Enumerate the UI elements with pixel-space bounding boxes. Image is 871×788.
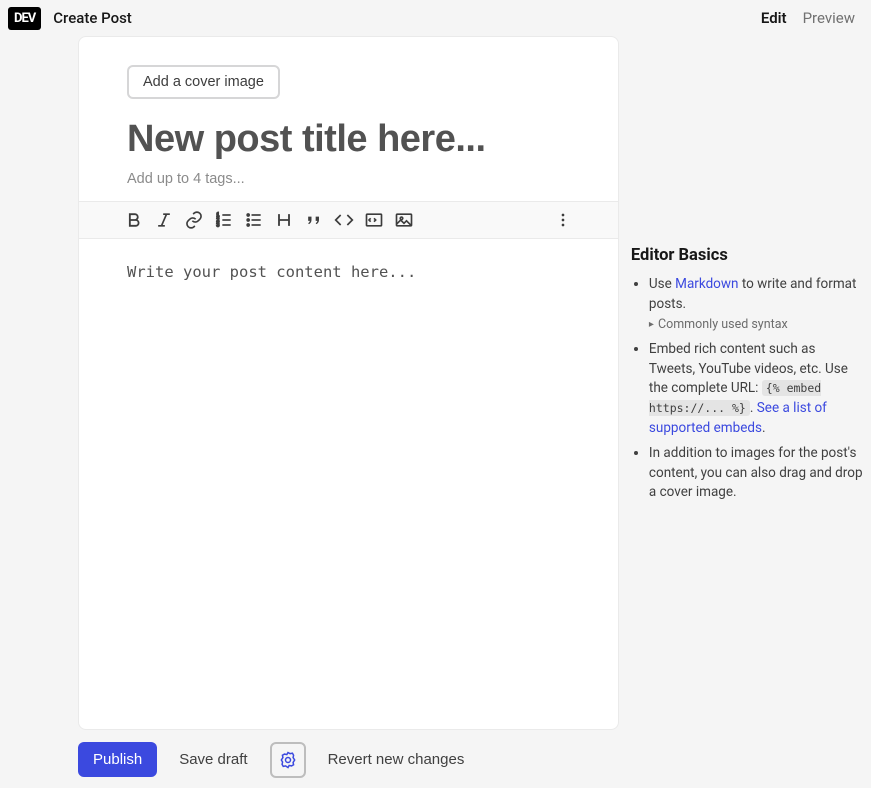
settings-icon[interactable]: [270, 742, 306, 778]
heading-icon[interactable]: [269, 205, 299, 235]
syntax-toggle[interactable]: Commonly used syntax: [649, 316, 863, 334]
tags-input[interactable]: [127, 171, 570, 187]
post-content-textarea[interactable]: [127, 263, 570, 705]
tab-edit[interactable]: Edit: [761, 9, 787, 27]
save-draft-button[interactable]: Save draft: [167, 742, 259, 777]
page-title: Create Post: [53, 9, 761, 27]
mode-tabs: Edit Preview: [761, 9, 855, 27]
svg-text:3: 3: [217, 222, 220, 228]
sidebar-heading: Editor Basics: [631, 246, 863, 265]
italic-icon[interactable]: [149, 205, 179, 235]
ordered-list-icon[interactable]: 123: [209, 205, 239, 235]
add-cover-button[interactable]: Add a cover image: [127, 65, 280, 99]
list-item: Use Markdown to write and format posts. …: [649, 275, 863, 334]
quote-icon[interactable]: [299, 205, 329, 235]
publish-button[interactable]: Publish: [78, 742, 157, 777]
post-title-input[interactable]: [127, 119, 570, 161]
help-sidebar: Editor Basics Use Markdown to write and …: [631, 36, 863, 731]
unordered-list-icon[interactable]: [239, 205, 269, 235]
revert-button[interactable]: Revert new changes: [316, 742, 477, 777]
footer-actions: Publish Save draft Revert new changes: [0, 731, 871, 788]
link-icon[interactable]: [179, 205, 209, 235]
list-item: In addition to images for the post's con…: [649, 444, 863, 503]
list-item: Embed rich content such as Tweets, YouTu…: [649, 340, 863, 438]
editor-toolbar: 123: [79, 201, 618, 239]
tab-preview[interactable]: Preview: [803, 9, 855, 27]
app-header: DEV Create Post Edit Preview: [0, 0, 871, 36]
more-icon[interactable]: [548, 205, 578, 235]
editor-card: Add a cover image 123: [78, 36, 619, 730]
markdown-link[interactable]: Markdown: [675, 276, 738, 292]
code-icon[interactable]: [329, 205, 359, 235]
bold-icon[interactable]: [119, 205, 149, 235]
image-icon[interactable]: [389, 205, 419, 235]
dev-logo[interactable]: DEV: [8, 7, 41, 30]
codeblock-icon[interactable]: [359, 205, 389, 235]
